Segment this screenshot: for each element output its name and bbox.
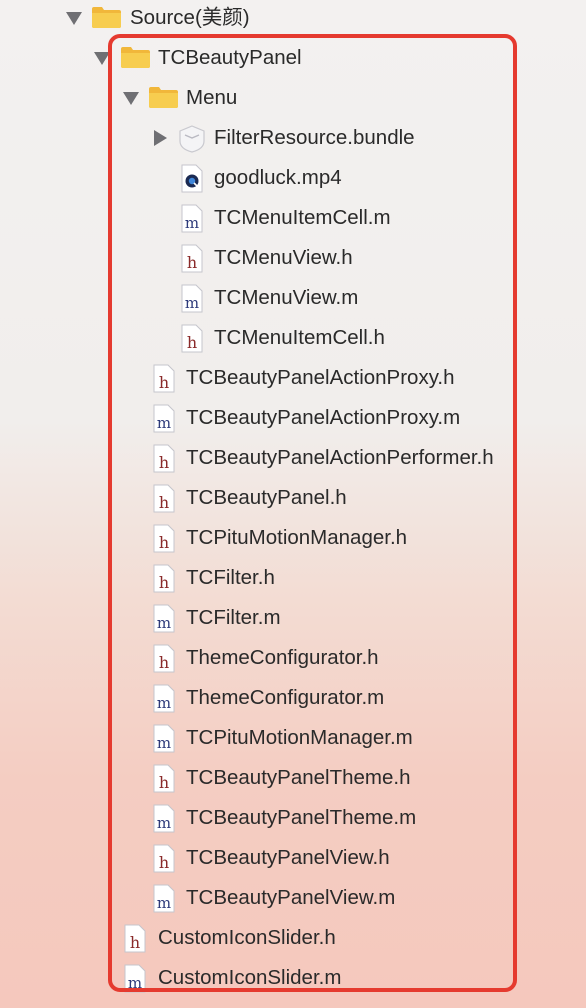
highlight-box (108, 34, 517, 992)
disclosure-open-icon[interactable] (66, 12, 82, 25)
folder-icon (91, 5, 122, 29)
tree-row-source[interactable]: Source(美颜) (0, 0, 586, 38)
tree-label-source: Source(美颜) (130, 6, 250, 29)
